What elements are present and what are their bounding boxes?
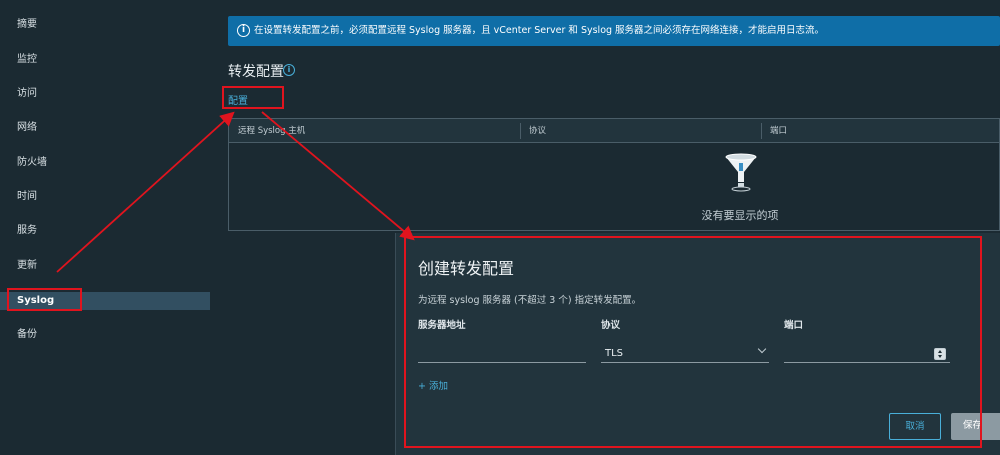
column-remote-host[interactable]: 远程 Syslog 主机 xyxy=(229,119,519,143)
info-banner: i 在设置转发配置之前，必须配置远程 Syslog 服务器，且 vCenter … xyxy=(228,16,1000,46)
info-banner-text: 在设置转发配置之前，必须配置远程 Syslog 服务器，且 vCenter Se… xyxy=(254,25,825,36)
info-icon: i xyxy=(237,24,250,37)
sidebar-item-summary[interactable]: 摘要 xyxy=(0,16,210,34)
filter-funnel-icon xyxy=(725,153,757,192)
highlight-box-dialog xyxy=(404,236,982,448)
sidebar-item-update[interactable]: 更新 xyxy=(0,257,210,275)
highlight-box-configure xyxy=(222,86,284,109)
sidebar-item-monitor[interactable]: 监控 xyxy=(0,51,210,69)
forwarding-config-grid: 远程 Syslog 主机 协议 端口 没有要显示的项 xyxy=(228,118,1000,231)
sidebar-item-backup[interactable]: 备份 xyxy=(0,326,210,344)
empty-state-text: 没有要显示的项 xyxy=(701,209,779,222)
info-icon[interactable]: i xyxy=(283,64,295,76)
sidebar-nav: 摘要 监控 访问 网络 防火墙 时间 服务 更新 Syslog 备份 xyxy=(0,0,215,455)
column-port[interactable]: 端口 xyxy=(761,119,1000,143)
grid-header: 远程 Syslog 主机 协议 端口 xyxy=(229,119,999,143)
highlight-box-syslog xyxy=(7,288,82,311)
page-title: 转发配置 xyxy=(228,64,284,80)
sidebar-item-firewall[interactable]: 防火墙 xyxy=(0,154,210,172)
column-protocol[interactable]: 协议 xyxy=(520,119,761,143)
sidebar-item-networking[interactable]: 网络 xyxy=(0,119,210,137)
sidebar-item-access[interactable]: 访问 xyxy=(0,85,210,103)
sidebar-item-time[interactable]: 时间 xyxy=(0,188,210,206)
sidebar-item-services[interactable]: 服务 xyxy=(0,222,210,240)
